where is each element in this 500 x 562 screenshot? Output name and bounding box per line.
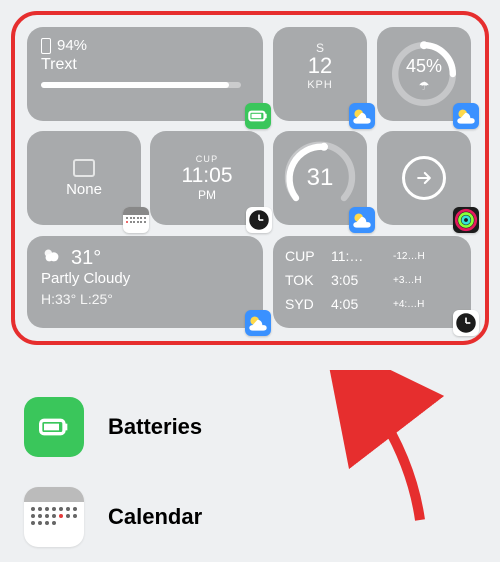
clock-app-icon bbox=[246, 207, 272, 233]
clock-time: 11:05 bbox=[182, 164, 233, 188]
widget-battery[interactable]: 94% Trext bbox=[27, 27, 263, 121]
widget-calendar[interactable]: None bbox=[27, 131, 141, 225]
widget-clock[interactable]: CUP 11:05 PM bbox=[150, 131, 264, 225]
wind-unit: KPH bbox=[273, 79, 367, 91]
world-time: 4:05 bbox=[331, 296, 393, 312]
battery-percent: 94% bbox=[57, 37, 87, 54]
list-label: Batteries bbox=[108, 414, 202, 440]
umbrella-icon: ☂ bbox=[419, 79, 430, 93]
world-time: 3:05 bbox=[331, 272, 393, 288]
clock-app-icon bbox=[453, 310, 479, 336]
list-label: Calendar bbox=[108, 504, 202, 530]
world-time: 11:… bbox=[331, 248, 393, 264]
clock-ampm: PM bbox=[198, 188, 216, 202]
device-name: Trext bbox=[41, 56, 249, 74]
calendar-app-icon bbox=[123, 207, 149, 233]
weather-temp: 31° bbox=[71, 247, 101, 270]
wind-compass: S bbox=[273, 41, 367, 55]
weather-app-icon bbox=[453, 103, 479, 129]
widget-weather[interactable]: 31° Partly Cloudy H:33° L:25° bbox=[27, 236, 263, 328]
fitness-app-icon bbox=[453, 207, 479, 233]
world-city: SYD bbox=[285, 296, 331, 312]
widget-precipitation[interactable]: 45% ☂ bbox=[377, 27, 471, 121]
wind-value: 12 bbox=[273, 53, 367, 79]
rain-percent: 45% bbox=[406, 56, 442, 77]
world-city: CUP bbox=[285, 248, 331, 264]
weather-app-icon bbox=[245, 310, 271, 336]
world-offset: +4:…H bbox=[393, 299, 424, 310]
phone-icon bbox=[41, 38, 51, 54]
calendar-icon bbox=[73, 159, 95, 177]
weather-app-icon bbox=[349, 207, 375, 233]
weather-app-icon bbox=[349, 103, 375, 129]
weather-condition: Partly Cloudy bbox=[41, 270, 249, 287]
widget-wind[interactable]: S 12 KPH bbox=[273, 27, 367, 121]
battery-bar bbox=[41, 82, 241, 88]
widget-uv[interactable]: 31 bbox=[273, 131, 367, 225]
world-offset: -12…H bbox=[393, 251, 425, 262]
clock-city: CUP bbox=[196, 154, 219, 164]
batteries-icon bbox=[24, 397, 84, 457]
world-offset: +3…H bbox=[393, 275, 422, 286]
widget-gallery[interactable]: 94% Trext S 12 KPH 45% ☂ bbox=[11, 11, 489, 345]
sun-cloud-icon bbox=[41, 244, 63, 272]
annotation-arrow bbox=[300, 370, 450, 540]
batteries-app-icon bbox=[245, 103, 271, 129]
weather-high-low: H:33° L:25° bbox=[41, 291, 249, 307]
calendar-text: None bbox=[66, 181, 102, 198]
widget-shortcut[interactable] bbox=[377, 131, 471, 225]
calendar-icon bbox=[24, 487, 84, 547]
world-city: TOK bbox=[285, 272, 331, 288]
widget-world-clock[interactable]: CUP11:…-12…H TOK3:05+3…H SYD4:05+4:…H bbox=[273, 236, 471, 328]
